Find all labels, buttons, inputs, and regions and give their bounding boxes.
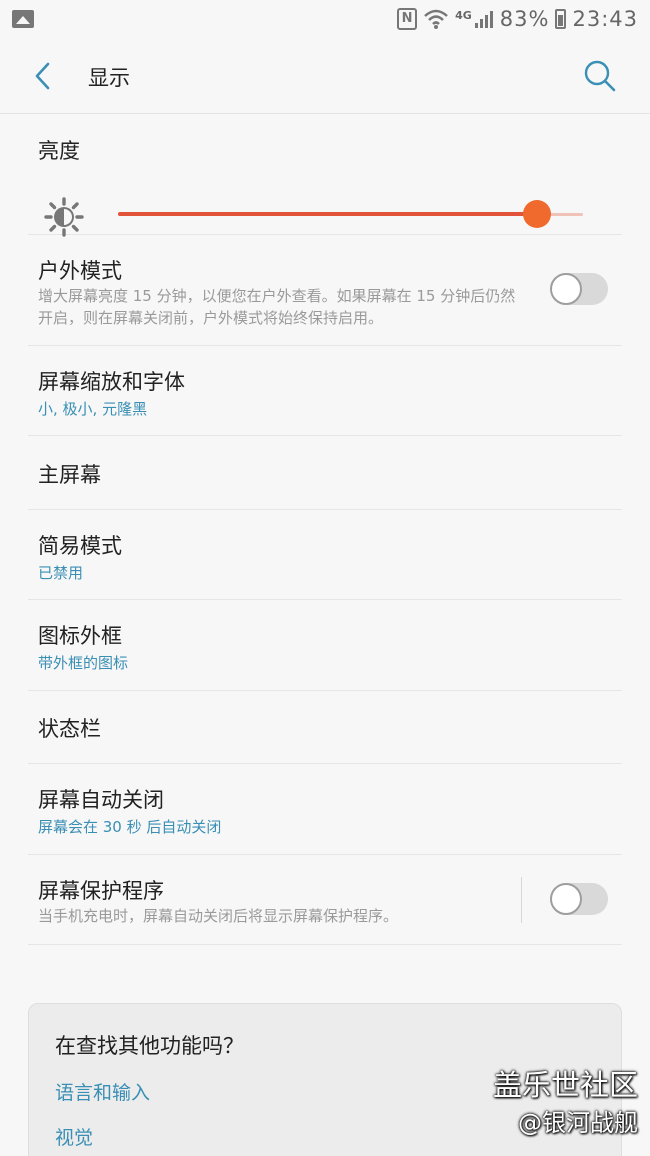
search-icon [584,60,616,92]
network-type-label: 4G [455,8,472,22]
page-title: 显示 [88,66,130,90]
outdoor-mode-description: 增大屏幕亮度 15 分钟，以便您在户外查看。如果屏幕在 15 分钟后仍然开启，则… [38,287,516,327]
back-button[interactable] [28,58,60,94]
screensaver-toggle[interactable] [550,883,608,915]
battery-icon [555,9,567,29]
icon-frames-title: 图标外框 [38,624,122,648]
home-screen-title: 主屏幕 [38,463,101,487]
watermark-line-1: 盖乐世社区 [492,1068,638,1102]
icon-frames-value: 带外框的图标 [38,654,129,672]
slider-fill [118,212,537,216]
easy-mode-title: 简易模式 [38,534,122,558]
slider-thumb[interactable] [522,200,551,228]
outdoor-mode-title: 户外模式 [38,259,122,283]
easy-mode-item[interactable]: 简易模式 已禁用 [28,510,622,600]
screen-timeout-value: 屏幕会在 30 秒 后自动关闭 [38,818,222,836]
settings-list: 亮度 户外模式 增大屏幕亮度 15 分钟，以便您在户外查看。如果屏幕在 15 分… [28,115,622,945]
screen-zoom-font-item[interactable]: 屏幕缩放和字体 小, 极小, 元隆黑 [28,346,622,436]
signal-icon [474,11,493,28]
watermark-line-2: @银河战舰 [518,1109,638,1137]
status-bar: N 4G 83% 23:43 [0,0,650,38]
clock: 23:43 [572,7,638,31]
wifi-icon [424,9,448,29]
screen-timeout-title: 屏幕自动关闭 [38,788,164,812]
home-screen-item[interactable]: 主屏幕 [28,436,622,510]
watermark: 盖乐世社区 @银河战舰 [493,1066,638,1142]
screensaver-description: 当手机充电时，屏幕自动关闭后将显示屏幕保护程序。 [38,907,399,925]
outdoor-mode-toggle[interactable] [550,273,608,305]
easy-mode-value: 已禁用 [38,564,84,582]
status-bar-title: 状态栏 [38,717,101,741]
brightness-section: 亮度 [28,115,622,237]
nfc-icon: N [397,8,418,30]
screen-zoom-font-value: 小, 极小, 元隆黑 [38,400,148,418]
search-button[interactable] [580,56,620,96]
gallery-icon [12,10,34,28]
screensaver-item[interactable]: 屏幕保护程序 当手机充电时，屏幕自动关闭后将显示屏幕保护程序。 [28,855,622,945]
app-bar: 显示 [0,38,650,114]
chevron-left-icon [35,62,50,90]
battery-percent: 83% [499,7,550,31]
suggestion-title: 在查找其他功能吗？ [55,1034,244,1058]
toggle-knob [550,883,582,915]
brightness-title: 亮度 [38,139,80,163]
brightness-slider[interactable] [118,200,583,228]
brightness-sun-icon [44,197,84,237]
status-bar-item[interactable]: 状态栏 [28,691,622,764]
screensaver-title: 屏幕保护程序 [38,879,164,903]
toggle-knob [550,273,582,305]
screen-timeout-item[interactable]: 屏幕自动关闭 屏幕会在 30 秒 后自动关闭 [28,764,622,855]
screen-zoom-font-title: 屏幕缩放和字体 [38,370,185,394]
icon-frames-item[interactable]: 图标外框 带外框的图标 [28,600,622,691]
outdoor-mode-item[interactable]: 户外模式 增大屏幕亮度 15 分钟，以便您在户外查看。如果屏幕在 15 分钟后仍… [28,235,622,346]
divider [521,877,522,923]
